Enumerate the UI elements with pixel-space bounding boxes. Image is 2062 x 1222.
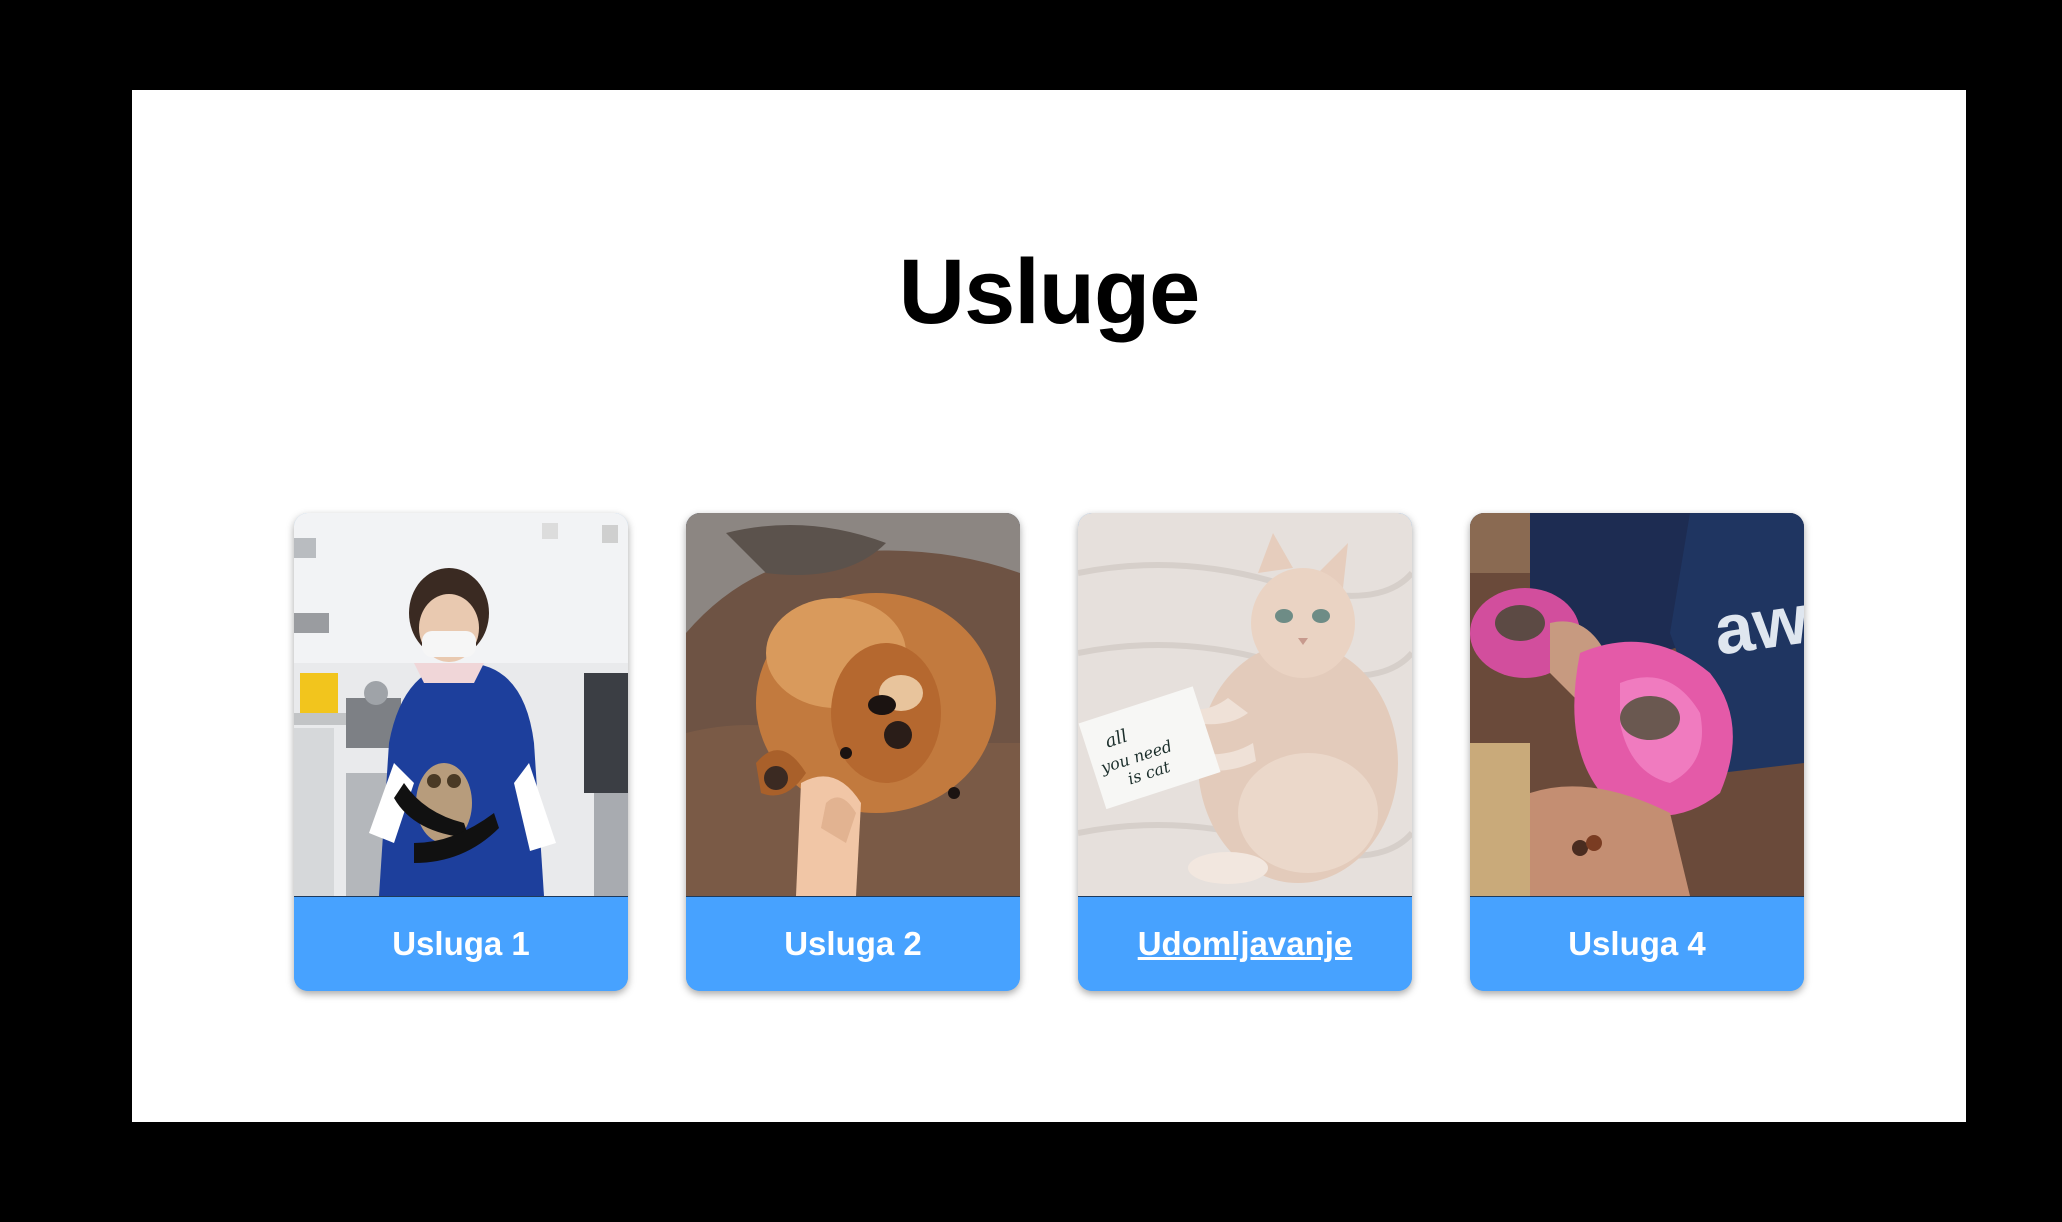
services-section: Usluge Usluga 1 Usluga 2 all you need is… — [132, 90, 1966, 1122]
service-card-4-label-bar[interactable]: Usluga 4 — [1470, 896, 1804, 991]
svg-text:aw: aw — [1709, 579, 1804, 669]
veterinarian-holding-owl-photo — [294, 513, 628, 896]
service-card-3-label[interactable]: Udomljavanje — [1138, 925, 1353, 963]
service-card-3[interactable]: all you need is cat Udomljavanje — [1078, 513, 1412, 991]
service-card-1[interactable]: Usluga 1 — [294, 513, 628, 991]
service-card-1-label[interactable]: Usluga 1 — [392, 925, 530, 963]
section-title: Usluge — [898, 241, 1201, 343]
service-card-1-label-bar[interactable]: Usluga 1 — [294, 896, 628, 991]
service-card-3-label-bar[interactable]: Udomljavanje — [1078, 896, 1412, 991]
dog-lying-on-back-photo — [686, 513, 1020, 896]
kittens-in-pink-towels-photo: aw — [1470, 513, 1804, 896]
service-card-4-label[interactable]: Usluga 4 — [1568, 925, 1706, 963]
service-card-2-label-bar[interactable]: Usluga 2 — [686, 896, 1020, 991]
cat-with-note-photo: all you need is cat — [1078, 513, 1412, 896]
service-card-2[interactable]: Usluga 2 — [686, 513, 1020, 991]
service-card-2-label[interactable]: Usluga 2 — [784, 925, 922, 963]
service-card-4[interactable]: aw Usluga 4 — [1470, 513, 1804, 991]
